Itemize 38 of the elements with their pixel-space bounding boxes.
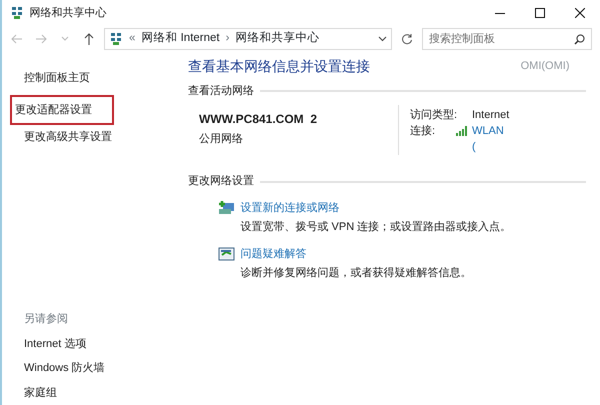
connection-link[interactable]: ( (472, 139, 476, 156)
task-description: 诊断并修复网络问题，或者获得疑难解答信息。 (240, 266, 472, 281)
detail-label: 连接: (410, 124, 436, 139)
window-title: 网络和共享中心 (30, 6, 106, 21)
sidebar-link[interactable]: Windows 防火墙 (24, 356, 105, 380)
troubleshoot-icon (218, 246, 235, 262)
sidebar-link[interactable]: 更改高级共享设置 (24, 125, 112, 150)
breadcrumb-separator: « (129, 31, 136, 46)
connection-link[interactable]: WLAN (472, 123, 504, 140)
task-description: 设置宽带、拨号或 VPN 连接；或设置路由器或接入点。 (240, 220, 512, 235)
sidebar-link[interactable]: 更改适配器设置 (12, 96, 112, 123)
network-icon (109, 32, 123, 46)
new-connection-icon (218, 200, 235, 216)
breadcrumb-link[interactable]: 网络和共享中心 (235, 30, 320, 48)
detail-label: 访问类型: (410, 108, 458, 123)
network-name: WWW.PC841.COM 2 (199, 111, 318, 128)
page-title: 查看基本网络信息并设置连接 (188, 57, 370, 76)
section-heading: 查看活动网络 (188, 84, 254, 98)
sidebar-link[interactable]: 控制面板主页 (24, 66, 90, 90)
breadcrumb-link[interactable]: 网络和 Internet (141, 30, 220, 48)
corner-text: OMI(OMI) (520, 59, 570, 74)
search-icon (574, 34, 585, 45)
search-field[interactable]: 搜索控制面板 (422, 28, 592, 50)
dropdown-caret-icon[interactable] (378, 36, 387, 42)
task-link[interactable]: 设置新的连接或网络 (240, 200, 512, 216)
network-icon (10, 6, 24, 20)
close-icon (575, 8, 585, 18)
task-link[interactable]: 问题疑难解答 (240, 246, 472, 262)
sidebar-link[interactable]: 家庭组 (24, 380, 57, 405)
address-bar[interactable]: « 网络和 Internet › 网络和共享中心 (104, 28, 392, 50)
sidebar-link[interactable]: Internet 选项 (24, 332, 86, 356)
network-type: 公用网络 (199, 132, 244, 147)
signal-icon (456, 126, 468, 136)
section-heading: 更改网络设置 (188, 174, 254, 190)
maximize-icon (535, 8, 545, 18)
detail-value: Internet (472, 108, 510, 123)
see-also-heading: 另请参阅 (24, 312, 69, 327)
breadcrumb-separator: › (226, 31, 230, 46)
